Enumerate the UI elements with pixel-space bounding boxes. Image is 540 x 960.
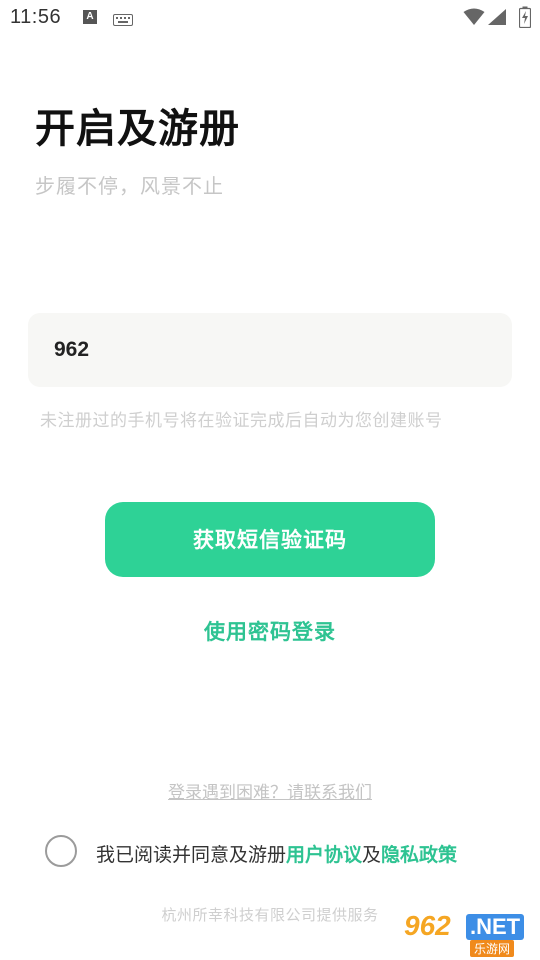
agreement-text: 我已阅读并同意及游册用户协议及隐私政策 <box>96 840 457 867</box>
get-sms-code-button[interactable]: 获取短信验证码 <box>105 502 435 577</box>
font-a-icon: A <box>83 10 97 24</box>
watermark-logo: 962 .NET 乐游网 <box>400 908 536 957</box>
status-time: 11:56 <box>10 6 62 28</box>
password-login-link[interactable]: 使用密码登录 <box>0 616 540 646</box>
battery-icon <box>518 6 532 32</box>
user-agreement-link[interactable]: 用户协议 <box>286 844 362 866</box>
page-title: 开启及游册 <box>35 106 240 152</box>
signal-icon <box>487 8 507 30</box>
watermark-suffix: .NET <box>466 914 525 940</box>
wifi-icon <box>463 8 485 30</box>
watermark-number: 962 <box>404 910 451 941</box>
phone-hint: 未注册过的手机号将在验证完成后自动为您创建账号 <box>40 411 443 431</box>
keyboard-icon <box>113 11 133 30</box>
watermark-cn: 乐游网 <box>470 940 515 957</box>
page-subtitle: 步履不停，风景不止 <box>35 174 224 198</box>
phone-number-input[interactable] <box>54 313 494 387</box>
contact-help-link[interactable]: 登录遇到困难？请联系我们 <box>0 778 540 803</box>
agreement-conjunction: 及 <box>362 844 382 866</box>
agreement-checkbox[interactable] <box>45 835 77 867</box>
phone-input-container <box>28 313 512 387</box>
agreement-prefix: 我已阅读并同意及游册 <box>96 844 287 866</box>
privacy-policy-link[interactable]: 隐私政策 <box>381 844 457 866</box>
status-bar: 11:56 A <box>0 0 540 36</box>
